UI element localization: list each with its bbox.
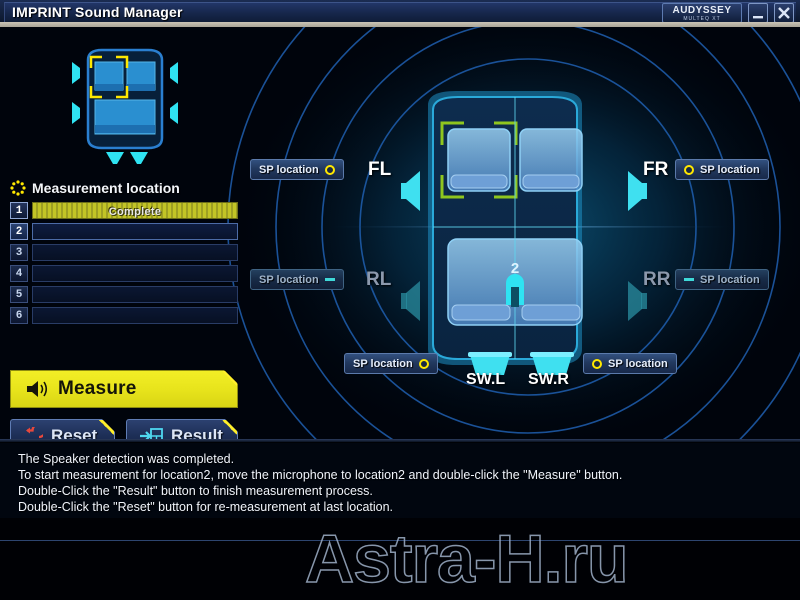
measurement-location-header: Measurement location bbox=[10, 180, 180, 196]
minimize-button[interactable] bbox=[748, 3, 768, 23]
sp-location-swl-indicator-icon bbox=[418, 358, 429, 369]
row-progress-5 bbox=[32, 286, 238, 303]
speaker-label-fr: FR bbox=[643, 159, 669, 180]
sp-location-fl-button[interactable]: SP location bbox=[250, 159, 344, 180]
row-status-3 bbox=[33, 245, 237, 260]
row-progress-1: Complete bbox=[32, 202, 238, 219]
watermark-text: Astra-H.ru bbox=[304, 520, 629, 598]
speaker-label-fl: FL bbox=[368, 159, 392, 180]
measurement-row-3[interactable]: 3 bbox=[10, 244, 238, 261]
measurement-row-1[interactable]: 1 Complete bbox=[10, 202, 238, 219]
speaker-label-rr: RR bbox=[643, 269, 671, 290]
speaker-cone-rl-icon bbox=[401, 281, 420, 321]
row-number-2: 2 bbox=[10, 223, 28, 240]
speaker-measure-icon bbox=[25, 379, 49, 399]
audyssey-brand-name: AUDYSSEY bbox=[672, 5, 732, 16]
status-line-2: To start measurement for location2, move… bbox=[18, 468, 623, 482]
close-button[interactable] bbox=[774, 3, 794, 23]
row-progress-3 bbox=[32, 244, 238, 261]
minimize-icon bbox=[753, 16, 763, 19]
row-status-6 bbox=[33, 308, 237, 323]
sp-location-swr-button[interactable]: SP location bbox=[583, 353, 677, 374]
row-number-1: 1 bbox=[10, 202, 28, 219]
status-line-4: Double-Click the "Reset" button for re-m… bbox=[18, 500, 394, 514]
speaker-label-swl: SW.L bbox=[466, 371, 506, 388]
status-divider bbox=[0, 439, 800, 442]
sp-location-fr-button[interactable]: SP location bbox=[675, 159, 769, 180]
reset-button[interactable]: Reset bbox=[10, 419, 115, 439]
row-status-1: Complete bbox=[108, 205, 162, 218]
sp-location-fl-label: SP location bbox=[259, 163, 319, 176]
row-progress-2 bbox=[32, 223, 238, 240]
measurement-location-title: Measurement location bbox=[32, 180, 180, 196]
result-button-label: Result bbox=[171, 426, 223, 439]
seat-position-number: 2 bbox=[510, 261, 519, 278]
measure-button[interactable]: Measure bbox=[10, 370, 238, 408]
status-line-3: Double-Click the "Result" button to fini… bbox=[18, 484, 373, 498]
reset-icon bbox=[23, 427, 43, 439]
speaker-label-rl: RL bbox=[366, 269, 392, 290]
row-number-5: 5 bbox=[10, 286, 28, 303]
sp-location-swl-label: SP location bbox=[353, 357, 413, 370]
row-progress-6 bbox=[32, 307, 238, 324]
measurement-row-4[interactable]: 4 bbox=[10, 265, 238, 282]
close-icon bbox=[778, 7, 790, 19]
main-stage: 2 Measurement location 1 Complete 2 3 4 … bbox=[0, 27, 800, 439]
gear-icon bbox=[10, 180, 26, 196]
row-status-2 bbox=[33, 224, 237, 239]
sp-location-rr-indicator-icon bbox=[684, 278, 694, 281]
measurement-row-2[interactable]: 2 bbox=[10, 223, 238, 240]
row-number-3: 3 bbox=[10, 244, 28, 261]
sp-location-rr-label: SP location bbox=[700, 273, 760, 286]
row-status-4 bbox=[33, 266, 237, 281]
row-progress-4 bbox=[32, 265, 238, 282]
car-interior-diagram: 2 bbox=[428, 91, 583, 365]
audyssey-logo: AUDYSSEY MULTEQ XT bbox=[662, 3, 742, 23]
sp-location-swr-indicator-icon bbox=[592, 358, 602, 369]
row-number-6: 6 bbox=[10, 307, 28, 324]
status-line-1: The Speaker detection was completed. bbox=[18, 452, 235, 466]
measurement-location-list: 1 Complete 2 3 4 5 6 bbox=[10, 202, 238, 328]
sp-location-rl-label: SP location bbox=[259, 273, 319, 286]
row-status-5 bbox=[33, 287, 237, 302]
sp-location-rr-button[interactable]: SP location bbox=[675, 269, 769, 290]
window-title: IMPRINT Sound Manager bbox=[12, 4, 183, 20]
speaker-label-swr: SW.R bbox=[528, 371, 569, 388]
row-number-4: 4 bbox=[10, 265, 28, 282]
result-icon bbox=[139, 427, 163, 439]
imprint-sound-manager-window: IMPRINT Sound Manager AUDYSSEY MULTEQ XT bbox=[0, 0, 800, 600]
sp-location-rl-button[interactable]: SP location bbox=[250, 269, 344, 290]
result-button[interactable]: Result bbox=[126, 419, 238, 439]
sp-location-rl-indicator-icon bbox=[324, 278, 335, 281]
sp-location-swr-label: SP location bbox=[608, 357, 668, 370]
sp-location-fr-indicator-icon bbox=[684, 164, 694, 175]
sp-location-fl-indicator-icon bbox=[324, 164, 335, 175]
measurement-row-5[interactable]: 5 bbox=[10, 286, 238, 303]
sp-location-swl-button[interactable]: SP location bbox=[344, 353, 438, 374]
car-thumbnail bbox=[60, 42, 190, 167]
speaker-cone-fl-icon bbox=[401, 171, 420, 211]
watermark-area: Astra-H.ru bbox=[0, 518, 800, 600]
sp-location-fr-label: SP location bbox=[700, 163, 760, 176]
measure-button-label: Measure bbox=[58, 378, 137, 399]
measurement-row-6[interactable]: 6 bbox=[10, 307, 238, 324]
reset-button-label: Reset bbox=[51, 426, 98, 439]
car-thumbnail-svg bbox=[72, 48, 178, 164]
microphone-position-marker bbox=[506, 274, 524, 307]
